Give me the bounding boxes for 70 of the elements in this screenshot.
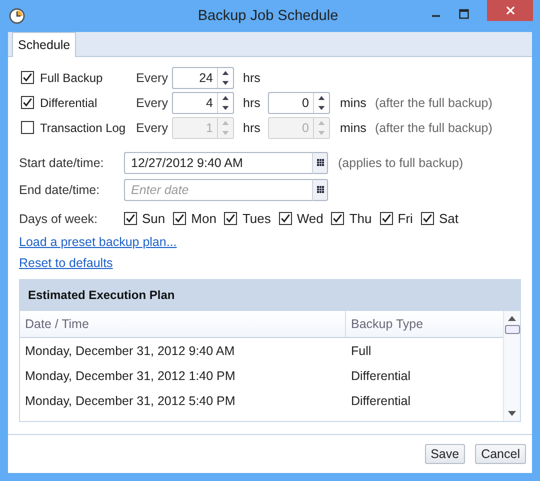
window-title: Backup Job Schedule: [198, 8, 338, 24]
number-spinner[interactable]: 4: [172, 92, 234, 114]
note-text: (after the full backup): [375, 120, 492, 135]
checkbox-label[interactable]: Sun: [142, 211, 166, 226]
hours-unit-label: hrs: [243, 120, 262, 135]
note-text: (after the full backup): [375, 96, 492, 110]
note-text: (applies to full backup): [338, 156, 464, 170]
checkbox[interactable]: [224, 212, 238, 226]
minutes-unit-label: mins: [340, 120, 368, 135]
close-button[interactable]: [487, 0, 534, 21]
checkbox[interactable]: [173, 212, 186, 226]
checkbox[interactable]: [278, 212, 292, 226]
checkbox-label[interactable]: Thu: [349, 211, 372, 226]
every-label: Every: [136, 120, 169, 135]
every-label: Every: [136, 70, 169, 85]
up-arrow-icon[interactable]: [318, 96, 325, 100]
checkbox[interactable]: [21, 96, 34, 110]
up-arrow-icon[interactable]: [222, 96, 229, 100]
number-spinner[interactable]: 24: [172, 66, 234, 89]
scrollbar[interactable]: [503, 311, 520, 422]
tab[interactable]: Schedule: [12, 32, 76, 58]
column-header[interactable]: Backup Type: [346, 311, 424, 338]
table-cell-text: Monday, December 31, 2012 5:40 PM: [24, 394, 236, 408]
checkbox-label[interactable]: Wed: [296, 211, 324, 226]
scroll-thumb[interactable]: [504, 325, 520, 334]
checkbox-label[interactable]: Mon: [191, 211, 216, 226]
close-icon[interactable]: [506, 6, 515, 15]
every-label: Every: [136, 96, 169, 110]
calendar-icon[interactable]: [316, 159, 324, 166]
checkbox[interactable]: [420, 212, 434, 226]
link[interactable]: Reset to defaults: [19, 253, 113, 274]
number-spinner[interactable]: 0: [268, 92, 330, 114]
calendar-button[interactable]: [312, 152, 328, 174]
scroll-down-icon[interactable]: [508, 411, 516, 416]
table-cell-text: Full: [350, 344, 372, 358]
minutes-unit-label: mins: [340, 96, 368, 110]
link[interactable]: Load a preset backup plan...: [19, 232, 177, 254]
panel-title: Estimated Execution Plan: [27, 287, 176, 304]
table-cell-text: Differential: [350, 394, 411, 408]
column-header[interactable]: Date / Time: [20, 311, 346, 338]
end-date-field[interactable]: Enter date: [124, 178, 312, 201]
clock-icon: [9, 8, 25, 24]
calendar-button[interactable]: [312, 178, 328, 201]
checkbox-label[interactable]: Fri: [398, 211, 413, 226]
checkbox[interactable]: [124, 212, 137, 226]
dialog-button[interactable]: Cancel: [475, 444, 526, 464]
start-date-field[interactable]: 12/27/2012 9:40 AM: [124, 152, 312, 174]
checkbox[interactable]: [331, 212, 344, 226]
hours-unit-label: hrs: [243, 70, 262, 85]
checkbox-label[interactable]: Differential: [40, 96, 98, 110]
end-date-label: End date/time:: [19, 182, 101, 197]
table-cell-text: Differential: [350, 368, 411, 383]
checkbox-label[interactable]: Tues: [242, 211, 271, 226]
down-arrow-icon[interactable]: [222, 80, 229, 85]
calendar-icon[interactable]: [316, 186, 324, 194]
start-date-label: Start date/time:: [19, 156, 105, 170]
down-arrow-icon[interactable]: [318, 106, 325, 110]
hours-unit-label: hrs: [243, 96, 262, 110]
down-arrow-icon[interactable]: [222, 106, 229, 110]
checkbox[interactable]: [21, 71, 34, 84]
table-cell-text: Monday, December 31, 2012 1:40 PM: [24, 368, 236, 383]
checkbox-label[interactable]: Full Backup: [40, 70, 103, 85]
maximize-icon[interactable]: [459, 9, 470, 19]
scroll-up-icon[interactable]: [508, 316, 516, 322]
up-arrow-icon[interactable]: [222, 70, 229, 75]
table-cell-text: Monday, December 31, 2012 9:40 AM: [24, 344, 236, 358]
checkbox[interactable]: [380, 212, 393, 226]
checkbox-label[interactable]: Sat: [438, 211, 458, 226]
days-of-week-label: Days of week:: [19, 212, 99, 226]
dialog-button[interactable]: Save: [424, 444, 466, 464]
